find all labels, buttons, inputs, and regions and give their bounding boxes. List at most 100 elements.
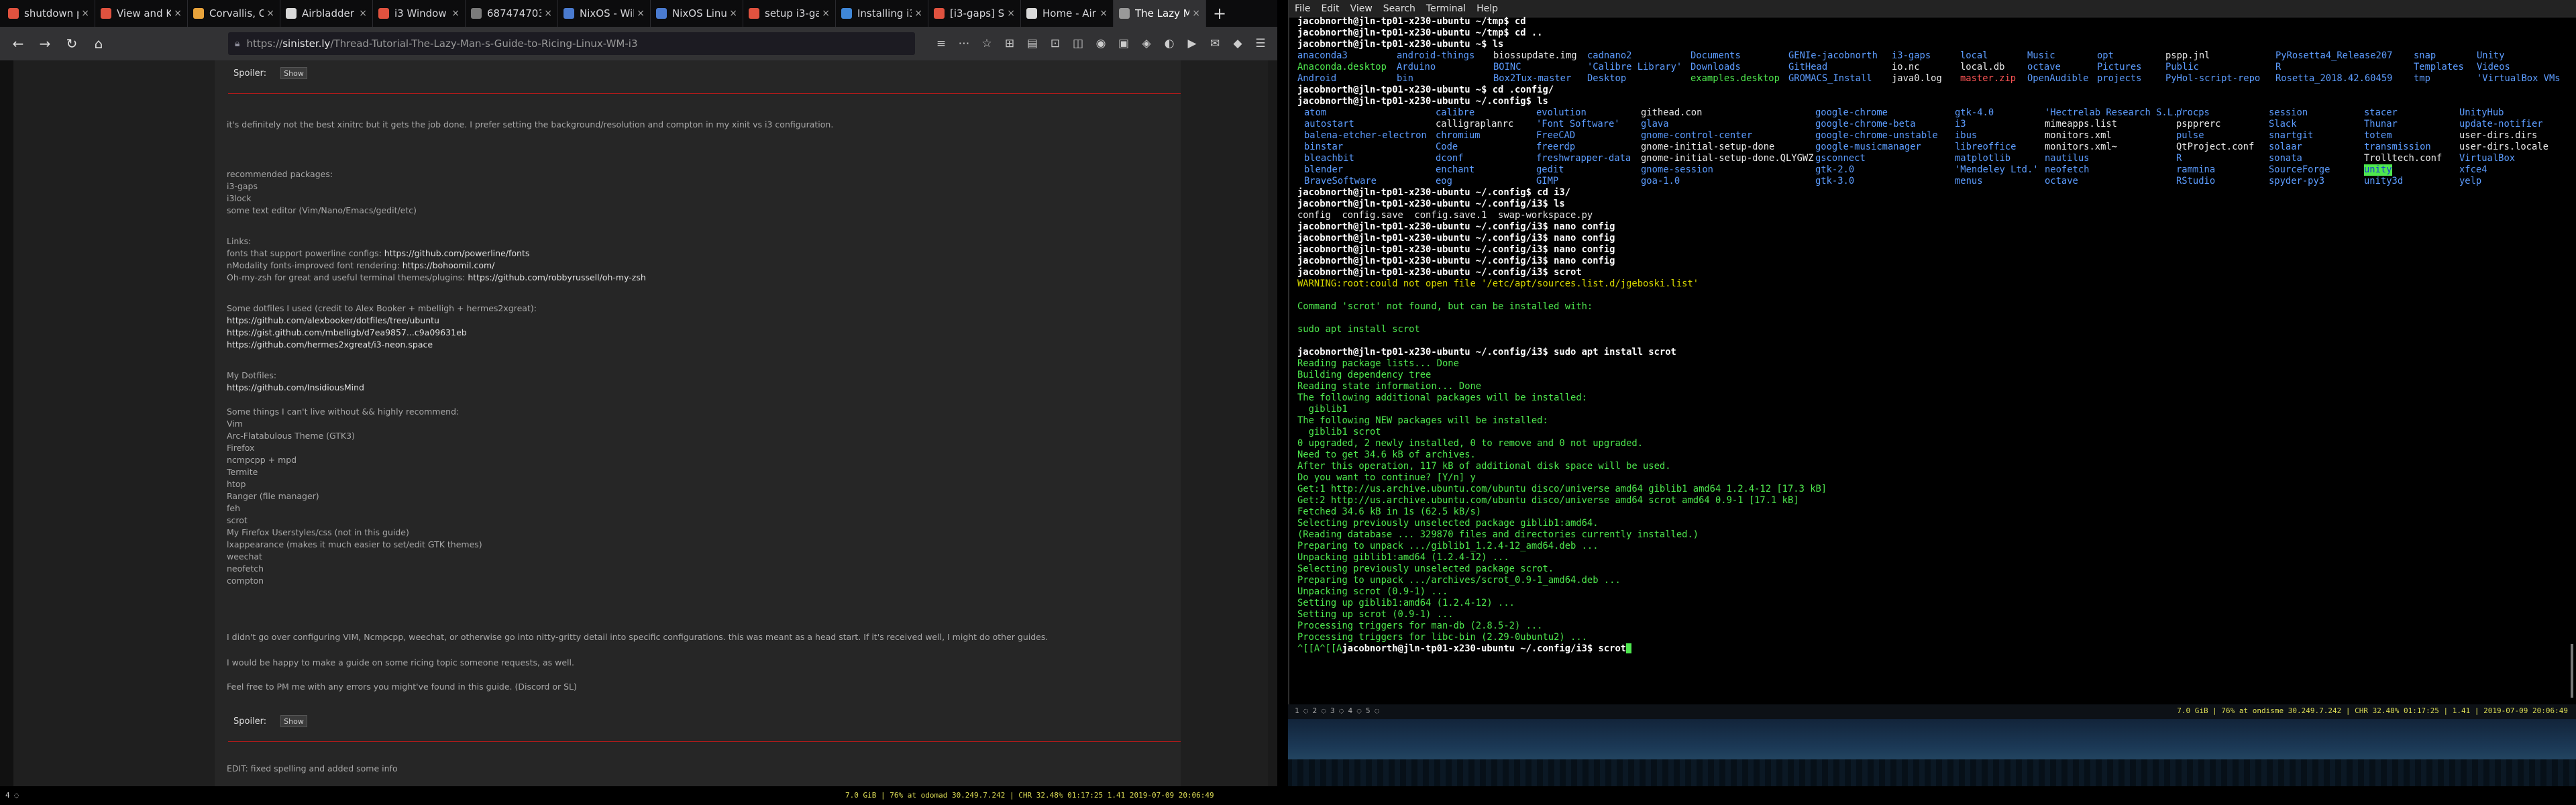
browser-tab[interactable]: setup i3-gaps× [743,0,836,27]
close-tab-icon[interactable]: × [1192,8,1200,19]
terminal-scrollbar[interactable] [2571,644,2573,698]
play-icon[interactable]: ▶ [1182,34,1202,54]
browser-tab[interactable]: Installing i3 × [836,0,928,27]
new-tab-button[interactable]: + [1206,0,1233,27]
post-link[interactable]: https://bohoomil.com/ [402,260,495,270]
terminal-menu-item[interactable]: Terminal [1426,3,1466,14]
tab-bar: shutdown p×View and Kill×Corvallis, OR×A… [0,0,1277,27]
library-icon[interactable]: ▤ [1022,34,1042,54]
browser-tab[interactable]: NixOS - Wik × [558,0,651,27]
workspace-indicators[interactable]: 1 ◌ 2 ◌ 3 ◌ 4 ◌ 5 ◌ [1295,706,1379,715]
close-tab-icon[interactable]: × [729,8,737,19]
reader-icon[interactable]: ≡ [931,34,951,54]
prompt-user: jacobnorth@jln-tp01-x230-ubuntu [1297,244,1470,255]
tab-title: Installing i3 [857,7,912,19]
ls-entry: GENIe-jacobnorth [1788,50,1878,61]
browser-tab[interactable]: The Lazy Ma× [1114,0,1206,27]
forward-button[interactable]: → [34,32,56,55]
reload-button[interactable]: ↻ [60,32,83,55]
post-line: I didn't go over configuring VIM, Ncmpcp… [227,632,1049,642]
post-link[interactable]: https://github.com/InsidiousMind [227,382,364,392]
post-link[interactable]: https://github.com/robbyrussell/oh-my-zs… [468,272,645,282]
menu-icon[interactable]: ☰ [1250,34,1271,54]
terminal-menu-item[interactable]: Search [1383,3,1415,14]
ls-entry: spyder-py3 [2269,176,2325,186]
screenshot-icon[interactable]: ▣ [1114,34,1134,54]
terminal-menu-item[interactable]: Help [1477,3,1498,14]
close-tab-icon[interactable]: × [1099,8,1108,19]
ls-entry: 'Hectrelab Research S.L.' [2045,107,2184,118]
close-tab-icon[interactable]: × [914,8,922,19]
terminal-cursor [1626,643,1632,653]
post-link[interactable]: https://gist.github.com/mbelligb/d7ea985… [227,327,467,337]
spoiler-show-button[interactable]: Show [280,715,307,727]
bookmark-icon[interactable]: ☆ [977,34,997,54]
close-tab-icon[interactable]: × [544,8,552,19]
terminal-line: The following NEW packages will be insta… [1297,415,1548,426]
ls-entry: gtk-3.0 [1815,176,1855,186]
browser-tab[interactable]: View and Kill× [95,0,188,27]
browser-tab[interactable]: Airbladder × [280,0,373,27]
tabs-icon[interactable]: ◫ [1068,34,1088,54]
addon-icon[interactable]: ◆ [1228,34,1248,54]
terminal-line: jacobnorth@jln-tp01-x230-ubuntu ~/.confi… [1297,256,1615,266]
ls-entry: opt [2097,50,2114,61]
browser-tab[interactable]: NixOS Linux× [651,0,743,27]
ls-entry: examples.desktop [1690,73,1780,84]
ls-entry: master.zip [1960,73,2017,84]
page-scrollbar[interactable] [1268,60,1277,786]
post-link[interactable]: https://github.com/alexbooker/dotfiles/t… [227,315,439,325]
terminal-line: jacobnorth@jln-tp01-x230-ubuntu ~/.confi… [1297,233,1615,244]
ls-output-row: blender enchant gedit gnome-session gtk-2.0 '… [1297,164,2563,176]
browser-tab[interactable]: [i3-gaps] Sh× [928,0,1021,27]
ls-entry: pspprerc [2176,119,2221,129]
theme-icon[interactable]: ◐ [1159,34,1179,54]
terminal-output[interactable]: jacobnorth@jln-tp01-x230-ubuntu ~/tmp$ c… [1297,16,2563,700]
record-icon[interactable]: ◉ [1091,34,1111,54]
url-bar[interactable]: 🔒︎ https://sinister.ly/Thread-Tutorial-T… [228,32,915,55]
extension-icon[interactable]: ◈ [1136,34,1157,54]
favicon-icon [934,8,945,19]
post-line: Firefox [227,443,255,453]
browser-tab[interactable]: shutdown p × [3,0,95,27]
ls-entry: local [1960,50,1988,61]
terminal-line: Reading state information... Done [1297,381,1482,392]
sidebar-icon[interactable]: ⊡ [1045,34,1065,54]
close-tab-icon[interactable]: × [266,8,274,19]
close-tab-icon[interactable]: × [637,8,645,19]
close-tab-icon[interactable]: × [174,8,182,19]
close-tab-icon[interactable]: × [822,8,830,19]
terminal-menu-item[interactable]: File [1295,3,1310,14]
workspace-indicator[interactable]: 4 ◌ [5,791,19,800]
ls-entry: 'Font Software' [1536,119,1620,129]
browser-tab[interactable]: i3 Window M× [373,0,466,27]
ls-entry: PyHol-script-repo [2165,73,2261,84]
post-line: EDIT: fixed spelling and added some info [227,763,398,773]
tab-title: 687474703e2f [487,7,541,19]
post-line: lxappearance (makes it much easier to se… [227,539,482,549]
back-button[interactable]: ← [7,32,30,55]
close-tab-icon[interactable]: × [1007,8,1015,19]
terminal-menu-item[interactable]: Edit [1321,3,1339,14]
ls-entry: calibre [1436,107,1475,118]
grid-icon[interactable]: ⊞ [1000,34,1020,54]
home-button[interactable]: ⌂ [87,32,110,55]
tab-title: The Lazy Ma [1135,7,1189,19]
terminal-menu-item[interactable]: View [1350,3,1373,14]
terminal-line: Do you want to continue? [Y/n] y [1297,472,1476,483]
spoiler-show-button[interactable]: Show [280,67,307,79]
close-tab-icon[interactable]: × [359,8,367,19]
close-tab-icon[interactable]: × [451,8,460,19]
post-line: recommended packages: [227,169,333,179]
post-link[interactable]: https://github.com/hermes2xgreat/i3-neon… [227,339,433,350]
browser-tab[interactable]: Corvallis, OR× [188,0,280,27]
mail-icon[interactable]: ✉ [1205,34,1225,54]
browser-tab[interactable]: 687474703e2f× [466,0,558,27]
favicon-icon [656,8,667,19]
terminal-line: Selecting previously unselected package … [1297,518,1599,529]
post-link[interactable]: https://github.com/powerline/fonts [384,248,530,258]
close-tab-icon[interactable]: × [81,8,89,19]
terminal-line: jacobnorth@jln-tp01-x230-ubuntu ~/.confi… [1297,221,1615,232]
more-icon[interactable]: ⋯ [954,34,974,54]
browser-tab[interactable]: Home - Airb × [1021,0,1114,27]
